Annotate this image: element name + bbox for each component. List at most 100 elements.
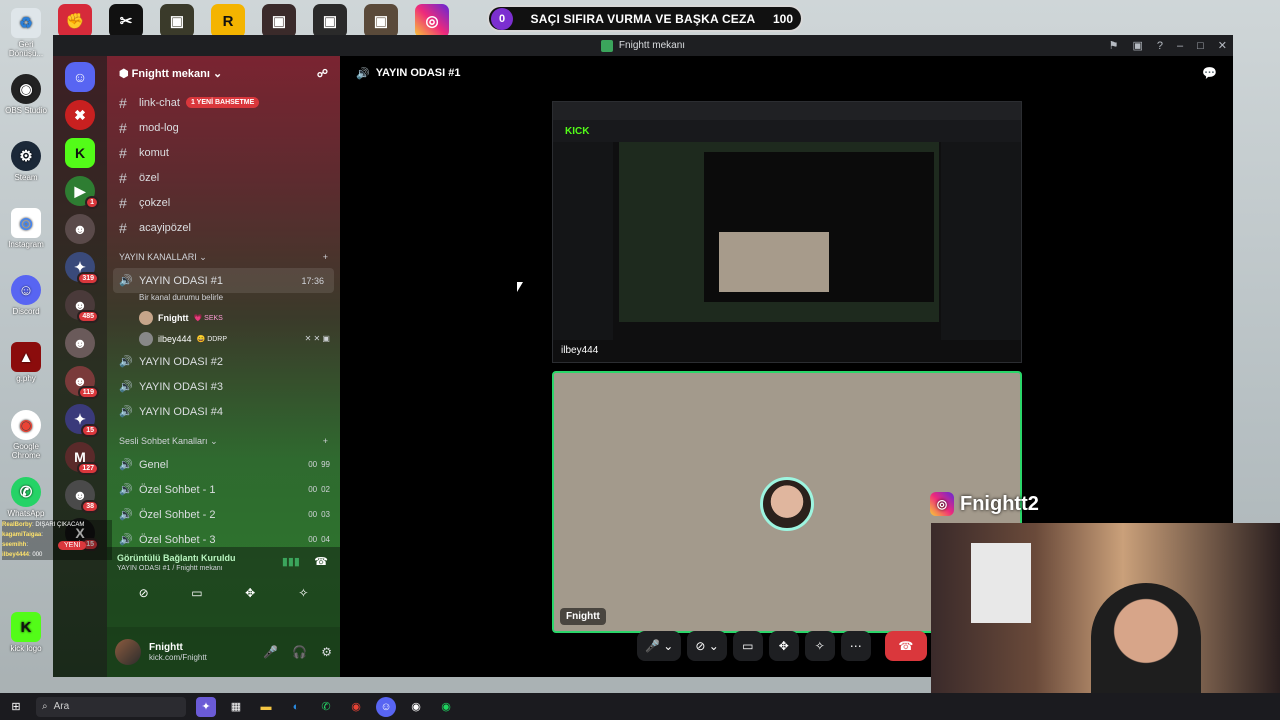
instagram-icon[interactable]: ◎ — [415, 4, 449, 38]
settings-gear-icon[interactable]: ⚙ — [321, 645, 332, 659]
channel-acayipozel[interactable]: # acayipözel — [107, 215, 340, 240]
avatar[interactable] — [115, 639, 141, 665]
activities-button[interactable]: ✥ — [230, 582, 270, 604]
voice-channel[interactable]: 🔊 Özel Sohbet - 2 00 03 — [107, 502, 340, 527]
rockstar-icon[interactable]: R — [211, 4, 245, 38]
server-icon[interactable]: ✦ 319 — [65, 252, 99, 285]
window-title: Fnightt mekanı — [618, 40, 686, 51]
hash-icon: # — [119, 144, 127, 161]
search-box[interactable]: ⌕ Ara — [36, 696, 186, 717]
folder-icon[interactable]: ▬ — [256, 697, 276, 717]
game-icon[interactable]: ▣ — [160, 4, 194, 38]
whatsapp-taskbar-icon[interactable]: ✆ — [316, 697, 336, 717]
flag-icon[interactable]: ⚑ — [1109, 39, 1119, 52]
copilot-icon[interactable]: ✦ — [196, 696, 216, 717]
new-badge: YENİ — [58, 541, 87, 550]
category-streams[interactable]: YAYIN KANALLARI ⌄ + — [107, 246, 340, 268]
recycle-bin-icon[interactable]: ♻ Geri Dönüşü... — [4, 8, 48, 58]
more-button[interactable]: ⋯ — [840, 631, 871, 661]
channel-status[interactable]: Bir kanal durumu belirle — [107, 293, 340, 307]
nested-stream-tile — [719, 232, 829, 292]
title-bar: Fnightt mekanı ⚑ ▣ ? – □ ✕ — [53, 35, 1233, 56]
capcut-icon[interactable]: ✂ — [109, 4, 143, 38]
share-screen-button[interactable]: ▭ — [177, 582, 217, 604]
edge-icon[interactable]: ◐ — [286, 697, 306, 717]
obs-icon[interactable]: ◉ OBS Studio — [4, 74, 48, 115]
voice-channel[interactable]: 🔊 Genel 00 99 — [107, 452, 340, 477]
voice-channel[interactable]: 🔊 YAYIN ODASI #3 — [107, 374, 340, 399]
add-member-icon[interactable]: ☍ — [317, 67, 328, 80]
server-icon[interactable]: ✦ 15 — [65, 404, 99, 437]
camera-off-button[interactable]: ⊘ — [124, 582, 164, 604]
spotify-icon[interactable]: ◉ — [436, 697, 456, 717]
channel-ozel[interactable]: # özel — [107, 165, 340, 190]
windows-start-icon[interactable]: ⊞ — [6, 697, 26, 717]
channel-link-chat[interactable]: # link-chat 1 YENİ BAHSETME — [107, 90, 340, 115]
kick-logo-icon[interactable]: Kkick logo — [4, 612, 48, 653]
speaker-icon: 🔊 — [119, 381, 133, 393]
game4-icon[interactable]: ▣ — [364, 4, 398, 38]
guild-header[interactable]: ⬢ Fnightt mekanı ⌄ ☍ — [107, 56, 340, 90]
camera-button[interactable]: ⊘ ⌄ — [687, 631, 727, 661]
game3-icon[interactable]: ▣ — [313, 4, 347, 38]
voice-channel-active[interactable]: 🔊 YAYIN ODASI #1 17:36 — [113, 268, 334, 293]
server-icon[interactable]: ☻ — [65, 214, 95, 244]
steam-icon[interactable]: ⚙ Steam — [4, 141, 48, 182]
instagram-shortcut-icon[interactable]: ◎ Instagram — [4, 208, 48, 249]
soundboard-button[interactable]: ✧ — [804, 631, 835, 661]
voice-channel[interactable]: 🔊 YAYIN ODASI #2 — [107, 349, 340, 374]
activities-button[interactable]: ✥ — [768, 631, 799, 661]
discord-home-icon[interactable]: ☺ — [65, 62, 95, 92]
channel-mod-log[interactable]: # mod-log — [107, 115, 340, 140]
maximize-button[interactable]: □ — [1197, 40, 1204, 52]
server-icon[interactable]: ☻ 485 — [65, 290, 99, 323]
disconnect-icon[interactable]: ☎ — [314, 555, 328, 568]
headphones-icon[interactable]: 🎧 — [292, 645, 307, 659]
server-icon[interactable]: ▶ 1 — [65, 176, 99, 209]
add-channel-icon[interactable]: + — [323, 436, 328, 446]
game2-icon[interactable]: ▣ — [262, 4, 296, 38]
server-icon[interactable]: ☻ 38 — [65, 480, 99, 513]
chrome-icon[interactable]: ◉ Google Chrome — [4, 410, 48, 460]
server-icon[interactable]: ☻ 119 — [65, 366, 99, 399]
hash-icon: # — [119, 194, 127, 211]
voice-member[interactable]: ilbey444 😄 DDRP ✕ ✕ ▣ — [107, 328, 340, 349]
channel-cokzel[interactable]: # çokzel — [107, 190, 340, 215]
inbox-icon[interactable]: ▣ — [1132, 39, 1142, 52]
goal-bar: 0 SAÇI SIFIRA VURMA VE BAŞKA CEZA 100 — [487, 5, 803, 32]
add-channel-icon[interactable]: + — [323, 252, 328, 262]
hash-icon: # — [119, 219, 127, 236]
store-icon[interactable]: ▦ — [226, 697, 246, 717]
signal-icon[interactable]: ▮▮▮ — [282, 555, 300, 568]
share-screen-button[interactable]: ▭ — [732, 631, 763, 661]
obs-taskbar-icon[interactable]: ◉ — [406, 697, 426, 717]
soundboard-button[interactable]: ✧ — [283, 582, 323, 604]
category-voice[interactable]: Sesli Sohbet Kanalları ⌄ + — [107, 430, 340, 452]
discord-taskbar-icon[interactable]: ☺ — [376, 696, 396, 717]
close-button[interactable]: ✕ — [1218, 39, 1227, 52]
giphy-icon[interactable]: ▲ g.phy — [4, 342, 48, 383]
screen-share-stream[interactable]: KICK ilbey444 — [552, 101, 1022, 363]
leave-call-button[interactable]: ☎ — [884, 631, 927, 661]
top-app-icons: ✊ ✂ ▣ R ▣ ▣ ▣ ◎ — [58, 4, 449, 38]
channel-komut[interactable]: # komut — [107, 140, 340, 165]
mic-button[interactable]: 🎤 ⌄ — [637, 631, 682, 661]
stream-browser-bar — [553, 102, 1021, 120]
chat-bubble-icon[interactable]: 💬 — [1202, 66, 1217, 80]
server-icon[interactable]: ✖ — [65, 100, 95, 130]
chrome-taskbar-icon[interactable]: ◉ — [346, 697, 366, 717]
fist-app-icon[interactable]: ✊ — [58, 4, 92, 38]
discord-shortcut-icon[interactable]: ☺ Discord — [4, 275, 48, 316]
help-icon[interactable]: ? — [1157, 40, 1163, 52]
voice-channel[interactable]: 🔊 Özel Sohbet - 1 00 02 — [107, 477, 340, 502]
voice-member[interactable]: Fnightt 💗 SEKS — [107, 307, 340, 328]
voice-channel[interactable]: 🔊 YAYIN ODASI #4 — [107, 399, 340, 424]
microphone-icon[interactable]: 🎤 — [263, 645, 278, 659]
stream-owner-label: ilbey444 — [561, 345, 599, 356]
taskbar: ⊞ ⌕ Ara ✦ ▦ ▬ ◐ ✆ ◉ ☺ ◉ ◉ — [0, 693, 1280, 720]
server-icon[interactable]: ☻ — [65, 328, 95, 358]
server-icon[interactable]: M 127 — [65, 442, 99, 475]
kick-server-icon[interactable]: K — [65, 138, 95, 168]
whatsapp-icon[interactable]: ✆ WhatsApp — [4, 477, 48, 518]
minimize-button[interactable]: – — [1177, 40, 1183, 52]
